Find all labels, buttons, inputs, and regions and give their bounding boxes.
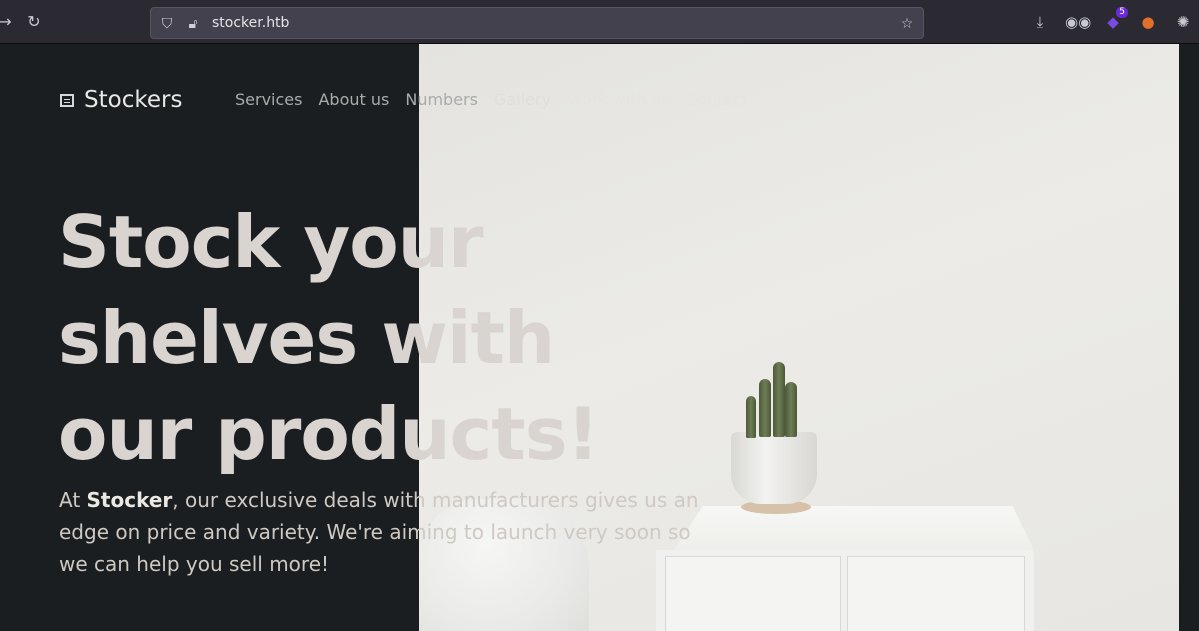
- nav-about-us[interactable]: About us: [318, 90, 389, 109]
- download-icon[interactable]: ⤓: [1029, 11, 1051, 33]
- flame-icon[interactable]: ●: [1137, 11, 1159, 33]
- binoculars-icon[interactable]: ◉◉: [1065, 11, 1091, 33]
- headline-line: Stock your: [58, 200, 484, 284]
- extension-badge: 5: [1116, 7, 1128, 18]
- browser-toolbar: → ↻ ⛉ 🔓︎ stocker.htb ☆ ⤓ ◉◉ ◆ 5 ● ✺: [0, 0, 1199, 44]
- tagline-brand: Stocker: [86, 488, 173, 512]
- extension-cube-icon[interactable]: ◆ 5: [1102, 7, 1128, 33]
- url-text[interactable]: stocker.htb: [212, 15, 289, 31]
- lock-insecure-icon[interactable]: 🔓︎: [183, 14, 203, 34]
- hero-tagline: At Stocker, our exclusive deals with man…: [59, 484, 699, 580]
- page-edge: [1179, 44, 1199, 631]
- cookie-icon[interactable]: ✺: [1172, 11, 1194, 33]
- shield-icon[interactable]: ⛉: [157, 14, 177, 34]
- nav-work-with-us[interactable]: Work with us: [567, 90, 670, 109]
- nav-services[interactable]: Services: [235, 90, 302, 109]
- address-bar[interactable]: ⛉ 🔓︎ stocker.htb ☆: [150, 7, 924, 39]
- reload-icon[interactable]: ↻: [23, 11, 45, 33]
- star-icon[interactable]: ☆: [897, 14, 917, 34]
- cactus-stem: [759, 379, 771, 437]
- brand-logo[interactable]: Stockers: [60, 87, 182, 113]
- nav-gallery[interactable]: Gallery: [494, 90, 551, 109]
- nav-contact[interactable]: Contact: [686, 90, 748, 109]
- hero-headline: Stock your shelves with our products!: [58, 194, 758, 482]
- nav-numbers[interactable]: Numbers: [405, 90, 478, 109]
- headline-line: our products!: [58, 392, 599, 476]
- main-nav: Services About us Numbers Gallery Work w…: [235, 90, 748, 109]
- brand-name: Stockers: [84, 87, 183, 113]
- headline-line: shelves with: [58, 296, 555, 380]
- document-icon: [60, 93, 74, 107]
- page-content: Stockers Services About us Numbers Galle…: [0, 44, 1199, 631]
- tagline-prefix: At: [59, 488, 87, 512]
- cabinet-drawer: [847, 556, 1025, 631]
- cabinet-top: [674, 506, 1034, 550]
- cactus-stem: [785, 382, 797, 437]
- back-arrow-icon[interactable]: →: [0, 11, 16, 33]
- cactus-stem: [773, 362, 785, 437]
